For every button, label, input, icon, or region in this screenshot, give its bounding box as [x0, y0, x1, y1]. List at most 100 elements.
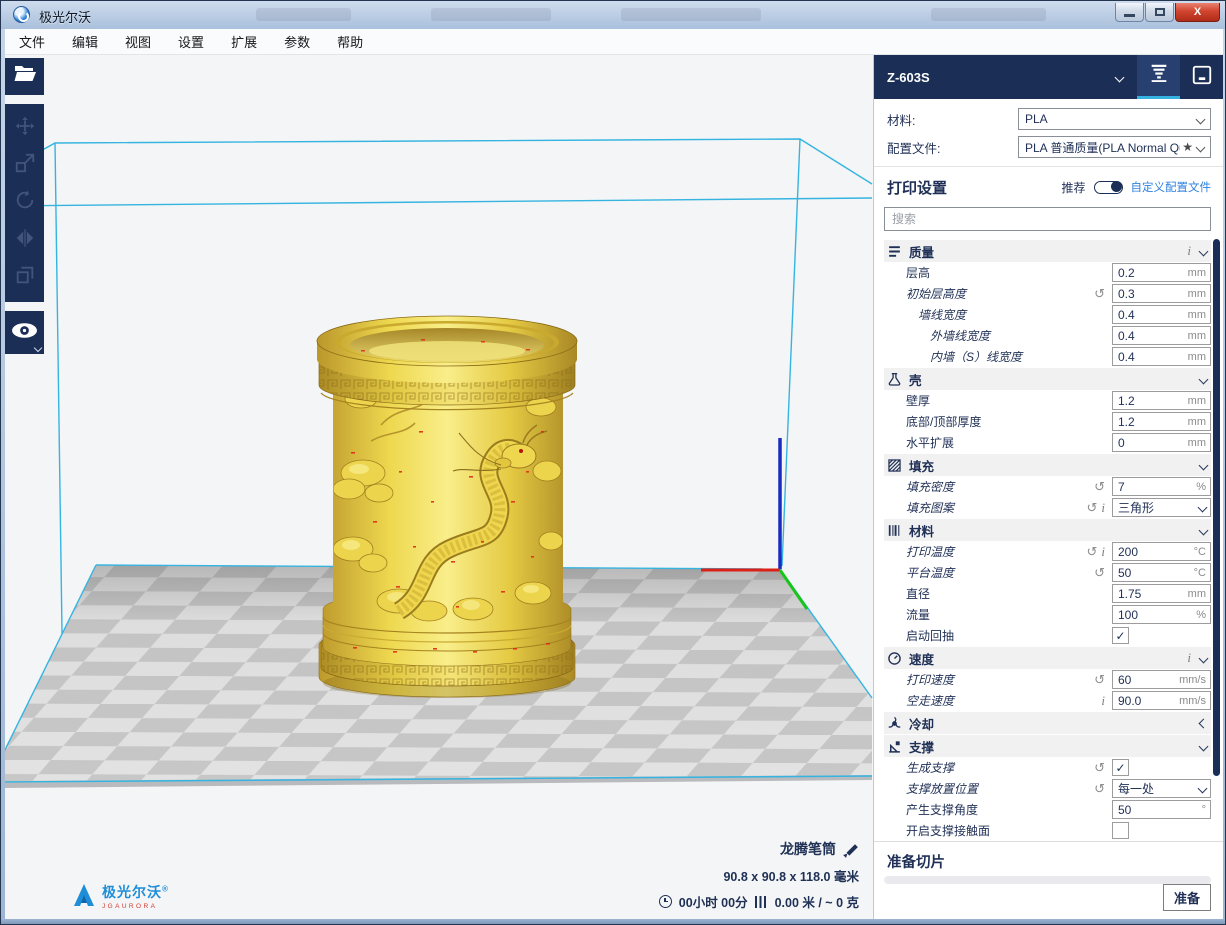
- setting-input[interactable]: 50°: [1112, 800, 1211, 819]
- recommended-toggle[interactable]: [1094, 181, 1123, 194]
- reset-icon[interactable]: ↺: [1094, 480, 1105, 493]
- setting-input[interactable]: 0.4mm: [1112, 347, 1211, 366]
- close-button[interactable]: X: [1175, 3, 1220, 22]
- setting-checkbox[interactable]: [1112, 822, 1129, 839]
- layers-icon: [887, 244, 902, 259]
- setting-input[interactable]: 0.4mm: [1112, 305, 1211, 324]
- mirror-icon: [14, 227, 36, 254]
- chevron-down-icon: [1198, 784, 1208, 794]
- scrollbar-thumb[interactable]: [1213, 239, 1220, 776]
- chevron-down-icon: [1199, 374, 1209, 384]
- setting-row: 打印温度↺i200°C: [884, 541, 1211, 562]
- printer-name: Z-603S: [887, 70, 930, 85]
- section-header-infill[interactable]: 填充: [884, 454, 1211, 476]
- info-icon: i: [1101, 500, 1105, 516]
- rotate-tool-button[interactable]: [9, 187, 41, 219]
- reset-icon[interactable]: ↺: [1086, 501, 1097, 514]
- minimize-button[interactable]: [1115, 3, 1144, 22]
- menu-item-0[interactable]: 文件: [19, 32, 45, 51]
- reset-icon[interactable]: ↺: [1094, 566, 1105, 579]
- reset-icon[interactable]: ↺: [1094, 673, 1105, 686]
- view-options-button[interactable]: [5, 311, 44, 354]
- star-icon: ★: [1182, 140, 1193, 154]
- setting-input[interactable]: 1.75mm: [1112, 584, 1211, 603]
- reset-icon[interactable]: ↺: [1094, 782, 1105, 795]
- menu-item-3[interactable]: 设置: [178, 32, 204, 51]
- menu-item-2[interactable]: 视图: [125, 32, 151, 51]
- menu-item-1[interactable]: 编辑: [72, 32, 98, 51]
- setting-row: 填充图案↺i三角形: [884, 497, 1211, 518]
- eye-icon: [11, 322, 38, 344]
- setting-input[interactable]: 200°C: [1112, 542, 1211, 561]
- setting-input[interactable]: 90.0mm/s: [1112, 691, 1211, 710]
- setting-input[interactable]: 60mm/s: [1112, 670, 1211, 689]
- rename-pencil-icon[interactable]: [844, 842, 859, 857]
- setting-input[interactable]: 50°C: [1112, 563, 1211, 582]
- move-tool-button[interactable]: [9, 113, 41, 145]
- printer-dropdown-chevron-icon[interactable]: [1115, 72, 1125, 82]
- setting-label: 壁厚: [906, 392, 930, 409]
- print-time: 00小时 00分: [679, 892, 748, 911]
- setting-dropdown[interactable]: 每一处: [1112, 779, 1211, 798]
- setting-input[interactable]: 100%: [1112, 605, 1211, 624]
- printer-monitor-tab[interactable]: [1180, 55, 1223, 99]
- section-header-cooling[interactable]: 冷却: [884, 712, 1211, 734]
- setting-input[interactable]: 1.2mm: [1112, 391, 1211, 410]
- reset-icon[interactable]: ↺: [1094, 287, 1105, 300]
- section-header-speed[interactable]: 速度i: [884, 647, 1211, 669]
- section-header-support[interactable]: 支撑: [884, 735, 1211, 757]
- prepare-button[interactable]: 准备: [1163, 884, 1211, 911]
- toolbar-tools-group: [5, 104, 44, 302]
- setting-row: 空走速度i90.0mm/s: [884, 690, 1211, 711]
- menu-item-5[interactable]: 参数: [284, 32, 310, 51]
- filament-icon: [755, 896, 768, 908]
- search-input[interactable]: [884, 207, 1211, 231]
- setting-label: 生成支撑: [906, 759, 954, 776]
- viewport-3d[interactable]: 龙腾笔筒 90.8 x 90.8 x 118.0 毫米 00小时 00分 0.0…: [5, 55, 873, 921]
- maximize-button[interactable]: [1145, 3, 1174, 22]
- material-select[interactable]: PLA: [1018, 108, 1211, 130]
- setting-input[interactable]: 0.4mm: [1112, 326, 1211, 345]
- app-logo-icon: [13, 6, 30, 23]
- scale-tool-button[interactable]: [9, 150, 41, 182]
- reset-icon[interactable]: ↺: [1086, 545, 1097, 558]
- section-title: 壳: [909, 370, 922, 389]
- setting-input[interactable]: 1.2mm: [1112, 412, 1211, 431]
- model-info: 龙腾笔筒 90.8 x 90.8 x 118.0 毫米 00小时 00分 0.0…: [659, 839, 859, 911]
- print-settings-tab[interactable]: [1137, 55, 1180, 99]
- setting-input[interactable]: 7%: [1112, 477, 1211, 496]
- setting-checkbox[interactable]: ✓: [1112, 627, 1129, 644]
- print-time-icon: [659, 895, 672, 908]
- open-file-button[interactable]: [9, 61, 41, 93]
- setting-label: 产生支撑角度: [906, 801, 978, 818]
- profile-select[interactable]: PLA 普通质量(PLA Normal Qua ★: [1018, 136, 1211, 158]
- close-icon: X: [1194, 6, 1201, 18]
- section-header-material[interactable]: 材料: [884, 519, 1211, 541]
- mirror-tool-button[interactable]: [9, 224, 41, 256]
- setting-input[interactable]: 0mm: [1112, 433, 1211, 452]
- setting-label: 填充密度: [906, 478, 954, 495]
- custom-profile-link[interactable]: 自定义配置文件: [1131, 179, 1212, 195]
- setting-input[interactable]: 0.2mm: [1112, 263, 1211, 282]
- menu-item-6[interactable]: 帮助: [337, 32, 363, 51]
- info-icon: i: [1101, 544, 1105, 560]
- setting-input[interactable]: 0.3mm: [1112, 284, 1211, 303]
- section-header-shell[interactable]: 壳: [884, 368, 1211, 390]
- setting-row: 产生支撑角度 50°: [884, 799, 1211, 820]
- setting-label: 内墙（S）线宽度: [930, 348, 1022, 365]
- profile-label: 配置文件:: [887, 138, 940, 157]
- chevron-down-icon: [34, 344, 42, 352]
- section-header-layers[interactable]: 质量i: [884, 240, 1211, 262]
- model-dragon-pen-holder[interactable]: [317, 316, 577, 698]
- section-title: 填充: [909, 456, 934, 475]
- reset-icon[interactable]: ↺: [1094, 761, 1105, 774]
- setting-checkbox[interactable]: ✓: [1112, 759, 1129, 776]
- menu-item-4[interactable]: 扩展: [231, 32, 257, 51]
- per-model-settings-button[interactable]: [9, 261, 41, 293]
- setting-label: 水平扩展: [906, 434, 954, 451]
- brand-name: 极光尔沃®: [102, 884, 169, 900]
- chevron-down-icon: [1198, 503, 1208, 513]
- printer-icon: [1191, 64, 1213, 91]
- setting-dropdown[interactable]: 三角形: [1112, 498, 1211, 517]
- title-bar[interactable]: 极光尔沃 X: [1, 1, 1226, 29]
